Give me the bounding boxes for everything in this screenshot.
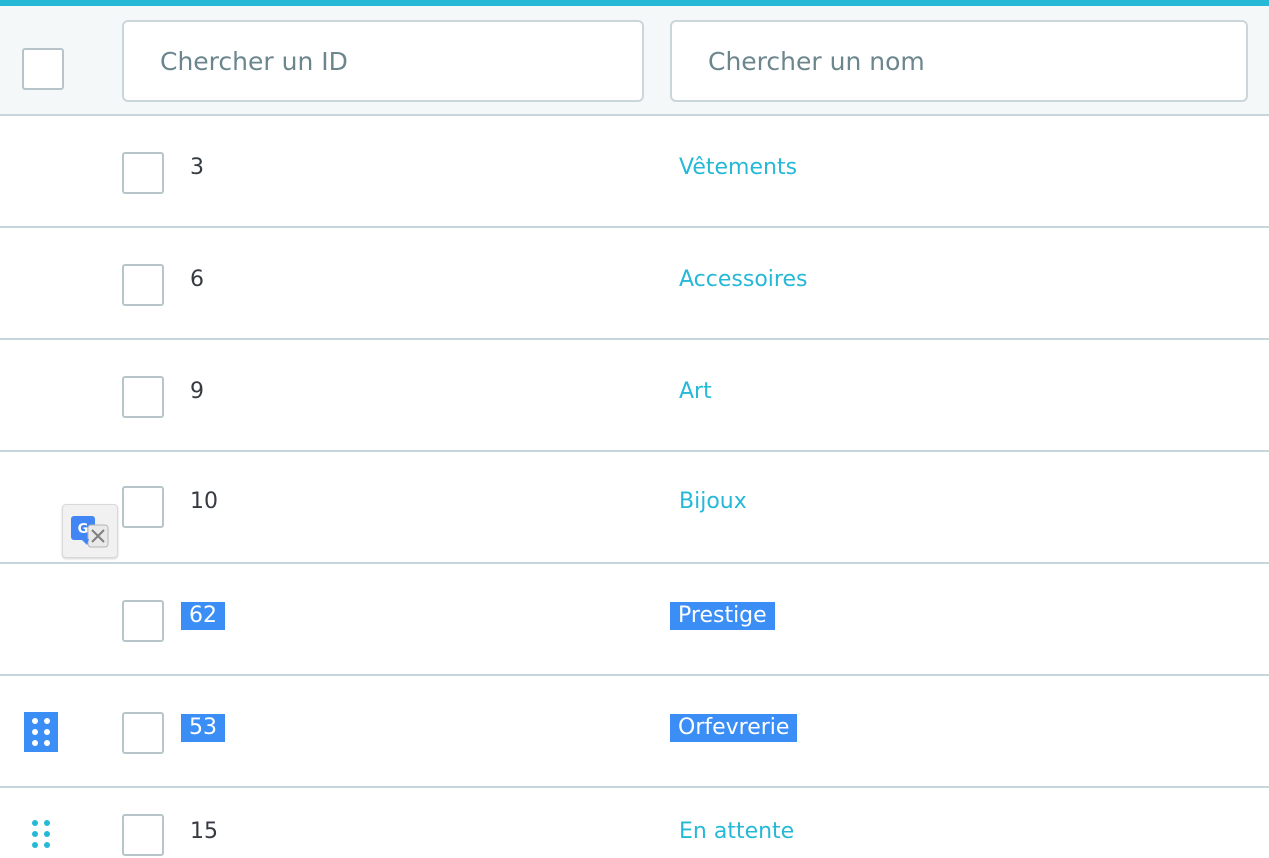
table-row: 15 En attente bbox=[0, 788, 1269, 858]
category-id: 62 bbox=[181, 602, 225, 630]
table-row: 10 Bijoux bbox=[0, 452, 1269, 564]
category-id: 15 bbox=[190, 819, 218, 844]
category-name-link[interactable]: Prestige bbox=[670, 602, 775, 630]
category-name-link[interactable]: Bijoux bbox=[679, 488, 747, 516]
row-checkbox[interactable] bbox=[122, 486, 164, 528]
category-id: 10 bbox=[190, 489, 218, 514]
table-row: 6 Accessoires bbox=[0, 228, 1269, 340]
category-id: 9 bbox=[190, 379, 204, 404]
category-id: 6 bbox=[190, 267, 204, 292]
row-checkbox[interactable] bbox=[122, 814, 164, 856]
table-row: 9 Art bbox=[0, 340, 1269, 452]
category-name-link[interactable]: Accessoires bbox=[679, 266, 807, 294]
google-translate-icon: G bbox=[71, 516, 109, 548]
drag-handle-icon[interactable] bbox=[24, 712, 58, 752]
select-all-checkbox[interactable] bbox=[22, 48, 64, 90]
svg-text:G: G bbox=[78, 522, 89, 537]
table-row: 53 Orfevrerie bbox=[0, 676, 1269, 788]
category-id: 3 bbox=[190, 155, 204, 180]
category-name-link[interactable]: Orfevrerie bbox=[670, 714, 798, 742]
drag-handle-icon[interactable] bbox=[24, 814, 58, 854]
row-checkbox[interactable] bbox=[122, 152, 164, 194]
table-row: 3 Vêtements bbox=[0, 116, 1269, 228]
category-name-link[interactable]: Art bbox=[679, 378, 712, 406]
table-filter-row bbox=[0, 6, 1269, 116]
row-checkbox[interactable] bbox=[122, 600, 164, 642]
table-row: 62 Prestige bbox=[0, 564, 1269, 676]
name-search-input[interactable] bbox=[670, 20, 1248, 102]
category-name-link[interactable]: Vêtements bbox=[679, 154, 797, 182]
row-checkbox[interactable] bbox=[122, 712, 164, 754]
google-translate-icon[interactable]: G bbox=[62, 504, 118, 558]
id-search-input[interactable] bbox=[122, 20, 644, 102]
category-id: 53 bbox=[181, 714, 225, 742]
row-checkbox[interactable] bbox=[122, 376, 164, 418]
category-name-link[interactable]: En attente bbox=[679, 818, 794, 846]
row-checkbox[interactable] bbox=[122, 264, 164, 306]
